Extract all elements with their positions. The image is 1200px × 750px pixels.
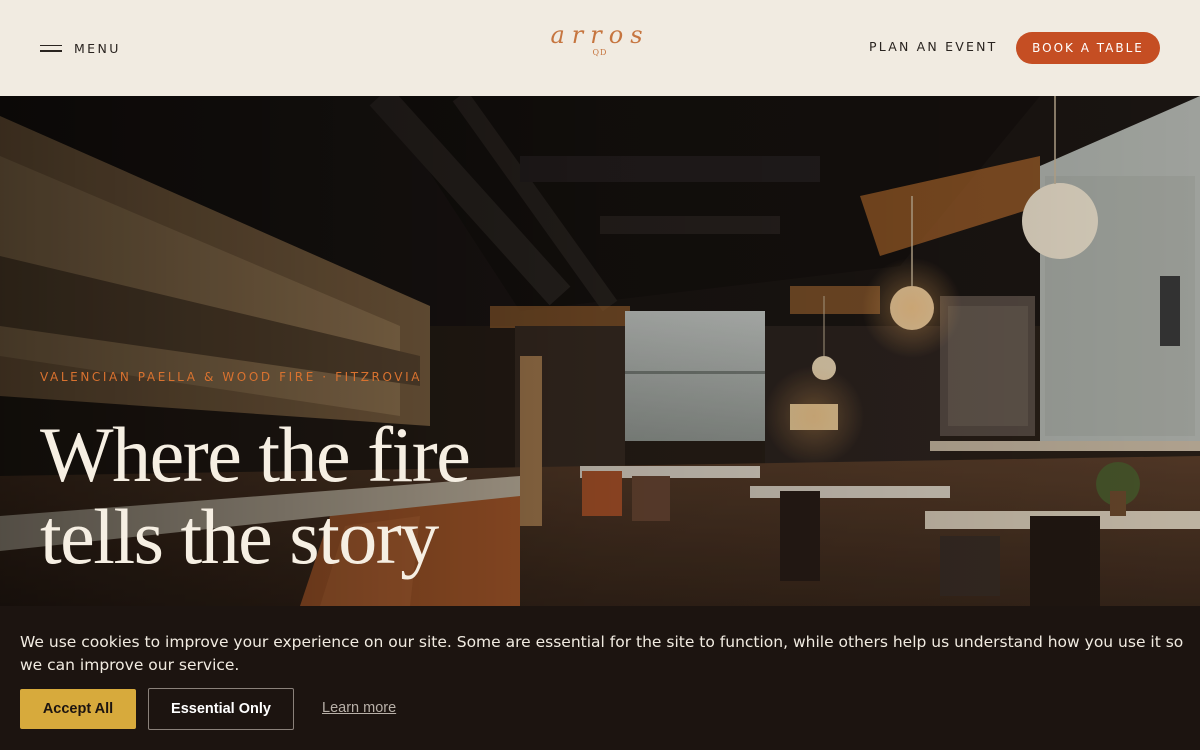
cookie-banner: We use cookies to improve your experienc… <box>0 606 1200 750</box>
essential-only-button[interactable]: Essential Only <box>148 688 294 730</box>
hamburger-icon <box>40 44 62 52</box>
logo-wordmark: arros <box>550 21 650 49</box>
plan-event-link[interactable]: PLAN AN EVENT <box>869 39 997 54</box>
headline-line-1: Where the fire <box>40 411 471 498</box>
menu-button[interactable]: MENU <box>40 38 121 58</box>
hero-headline: Where the fire tells the story <box>40 414 560 578</box>
menu-label: MENU <box>74 40 121 56</box>
logo[interactable]: arros QD <box>540 22 660 58</box>
logo-monogram: QD <box>592 48 608 57</box>
site-header: MENU arros QD PLAN AN EVENT BOOK A TABLE <box>0 0 1200 96</box>
hero-eyebrow: VALENCIAN PAELLA & WOOD FIRE · FITZROVIA <box>40 370 423 384</box>
learn-more-link[interactable]: Learn more <box>322 700 396 716</box>
headline-line-2: tells the story <box>40 493 439 580</box>
book-table-button[interactable]: BOOK A TABLE <box>1016 32 1160 64</box>
cookie-message: We use cookies to improve your experienc… <box>20 633 1184 674</box>
accept-all-button[interactable]: Accept All <box>20 689 136 729</box>
hero-section: VALENCIAN PAELLA & WOOD FIRE · FITZROVIA… <box>0 96 1200 606</box>
